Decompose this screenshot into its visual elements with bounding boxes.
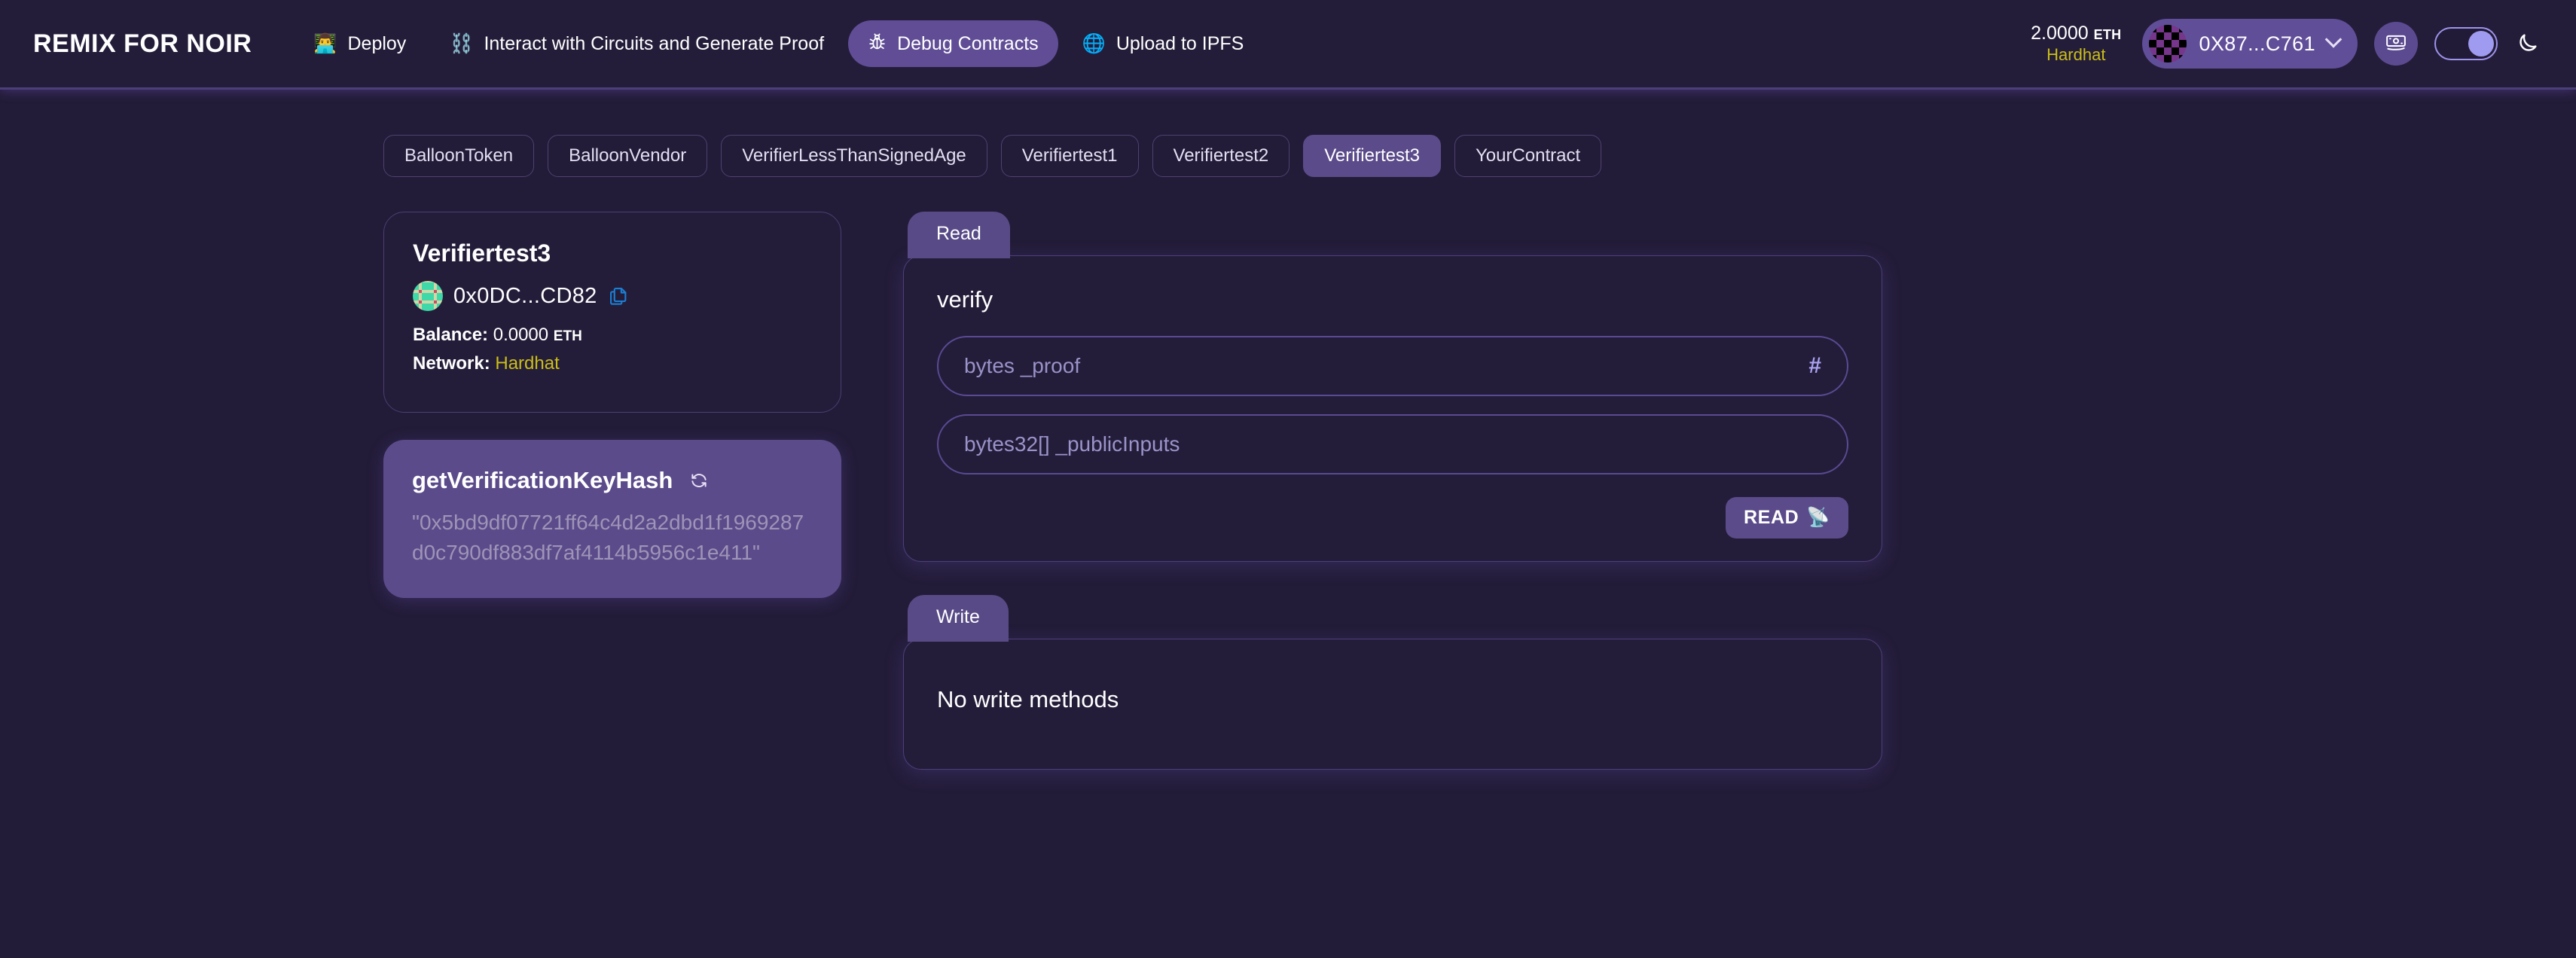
banknote-icon — [2385, 31, 2407, 57]
proof-input[interactable] — [964, 354, 1797, 378]
wallet-balance-unit: ETH — [2093, 27, 2122, 43]
hash-icon[interactable]: # — [1808, 353, 1821, 379]
contract-tab-balloontoken[interactable]: BalloonToken — [383, 135, 535, 177]
contract-balance-unit: ETH — [553, 328, 582, 344]
nav-item-deploy-label: Deploy — [347, 32, 407, 54]
copy-icon[interactable] — [608, 285, 629, 307]
bug-icon — [868, 32, 887, 55]
wallet-balance: 2.0000 ETH Hardhat — [2031, 23, 2121, 64]
methods-column: Read verify # READ 📡 Writ — [903, 212, 1882, 770]
read-button[interactable]: READ 📡 — [1726, 497, 1848, 538]
view-function-name: getVerificationKeyHash — [412, 467, 673, 493]
nav-item-upload-ipfs[interactable]: 🌐 Upload to IPFS — [1063, 21, 1264, 67]
no-write-methods-message: No write methods — [937, 686, 1119, 712]
contract-tab-verifiertest2[interactable]: Verifiertest2 — [1152, 135, 1290, 177]
nav-item-debug-contracts[interactable]: Debug Contracts — [848, 20, 1058, 67]
satellite-dish-icon: 📡 — [1806, 507, 1830, 528]
contract-avatar — [413, 281, 443, 311]
tab-write[interactable]: Write — [908, 595, 1009, 642]
read-panel-body: verify # READ 📡 — [903, 255, 1882, 562]
write-panel: Write No write methods — [903, 595, 1882, 770]
view-function-card: getVerificationKeyHash "0x5bd9df07721ff6… — [383, 440, 841, 598]
main-content: Verifiertest3 0x0DC...CD82 Balance: 0.00… — [0, 177, 2576, 770]
tab-read[interactable]: Read — [908, 212, 1010, 258]
read-button-row: READ 📡 — [937, 493, 1848, 538]
wallet-network-name: Hardhat — [2046, 44, 2106, 64]
nav-item-debug-contracts-label: Debug Contracts — [897, 32, 1039, 54]
view-function-header: getVerificationKeyHash — [412, 467, 813, 494]
nav-item-upload-ipfs-label: Upload to IPFS — [1116, 32, 1244, 54]
main-nav: 👨‍💻 Deploy ⛓️ Interact with Circuits and… — [294, 20, 1263, 67]
avatar — [2149, 25, 2187, 63]
nav-item-interact-circuits-label: Interact with Circuits and Generate Proo… — [484, 32, 825, 54]
nav-item-interact-circuits[interactable]: ⛓️ Interact with Circuits and Generate P… — [430, 21, 844, 67]
contract-tab-verifierlessthansignedage[interactable]: VerifierLessThanSignedAge — [721, 135, 987, 177]
public-inputs-input-row — [937, 414, 1848, 474]
theme-toggle-knob — [2468, 31, 2494, 56]
globe-icon: 🌐 — [1082, 32, 1106, 54]
faucet-button[interactable] — [2374, 22, 2418, 66]
contract-network-value: Hardhat — [495, 353, 560, 374]
laptop-person-icon: 👨‍💻 — [313, 32, 337, 54]
contract-network-row: Network: Hardhat — [413, 353, 812, 374]
contract-balance-label: Balance: — [413, 325, 489, 345]
contract-balance-value: 0.0000 — [493, 325, 549, 345]
contract-info-column: Verifiertest3 0x0DC...CD82 Balance: 0.00… — [383, 212, 841, 770]
app-brand-title: REMIX FOR NOIR — [33, 29, 252, 58]
contract-tab-verifiertest3[interactable]: Verifiertest3 — [1303, 135, 1441, 177]
header-right-controls: 2.0000 ETH Hardhat 0X87...C761 — [2031, 19, 2540, 69]
chevron-down-icon — [2324, 31, 2343, 48]
contract-tab-balloonvendor[interactable]: BalloonVendor — [548, 135, 708, 177]
proof-input-row: # — [937, 336, 1848, 396]
theme-toggle-switch[interactable] — [2434, 27, 2498, 60]
contract-address: 0x0DC...CD82 — [453, 283, 597, 308]
read-button-label: READ — [1744, 507, 1799, 528]
account-dropdown-button[interactable]: 0X87...C761 — [2142, 19, 2358, 69]
wallet-balance-amount: 2.0000 ETH — [2031, 23, 2122, 44]
contract-tab-yourcontract[interactable]: YourContract — [1454, 135, 1602, 177]
public-inputs-input[interactable] — [964, 432, 1821, 456]
contract-info-card: Verifiertest3 0x0DC...CD82 Balance: 0.00… — [383, 212, 841, 413]
chains-icon: ⛓️ — [450, 32, 474, 54]
contract-tabs: BalloonToken BalloonVendor VerifierLessT… — [0, 90, 2576, 177]
app-header: REMIX FOR NOIR 👨‍💻 Deploy ⛓️ Interact wi… — [0, 0, 2576, 90]
account-address-label: 0X87...C761 — [2199, 32, 2315, 55]
contract-tab-verifiertest1[interactable]: Verifiertest1 — [1000, 135, 1139, 177]
read-panel: Read verify # READ 📡 — [903, 212, 1882, 562]
view-function-value: "0x5bd9df07721ff64c4d2a2dbd1f1969287d0c7… — [412, 511, 804, 564]
nav-item-deploy[interactable]: 👨‍💻 Deploy — [294, 21, 426, 67]
dark-mode-icon[interactable] — [2514, 31, 2540, 56]
write-panel-body: No write methods — [903, 639, 1882, 770]
contract-network-label: Network: — [413, 353, 490, 374]
refresh-icon[interactable] — [689, 471, 709, 490]
contract-balance-row: Balance: 0.0000 ETH — [413, 325, 812, 346]
contract-address-row: 0x0DC...CD82 — [413, 281, 812, 311]
read-function-name: verify — [937, 286, 993, 313]
contract-name: Verifiertest3 — [413, 240, 551, 267]
